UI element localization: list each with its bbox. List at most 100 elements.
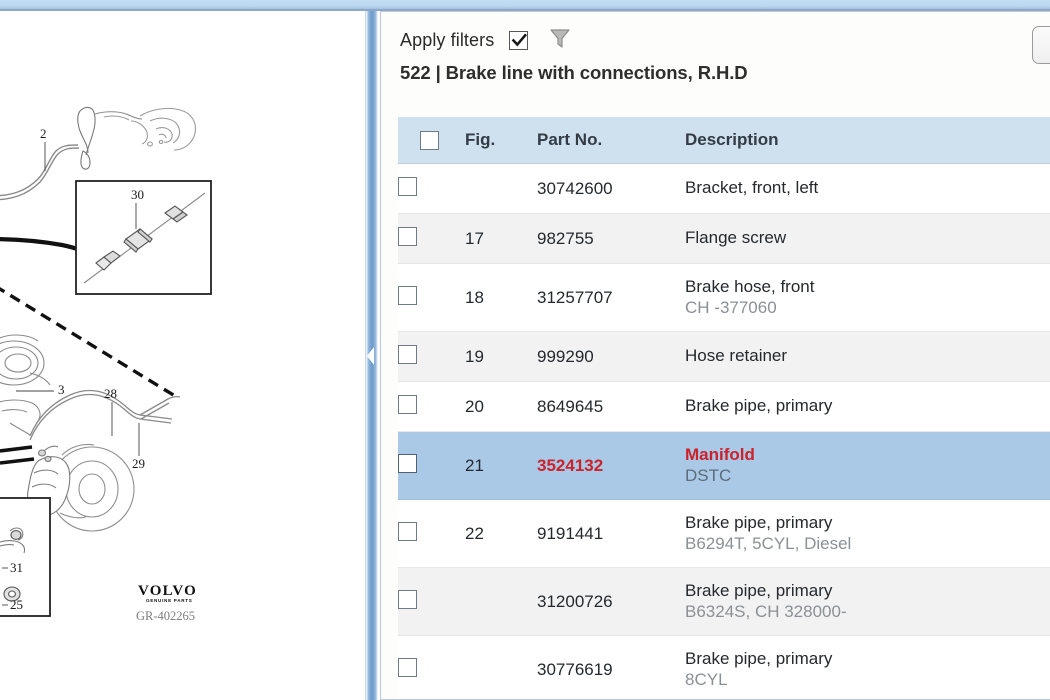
row-checkbox[interactable] [398, 285, 417, 305]
row-select-cell [398, 567, 465, 636]
cell-description[interactable]: Flange screw [685, 213, 1050, 264]
parts-diagram-panel[interactable]: 2 30 3 28 29 31 25 VOLVO GENUINE PARTS G… [0, 11, 366, 700]
part-number-text: 9191441 [537, 523, 604, 543]
cell-description[interactable]: Manifold DSTC [685, 431, 1050, 500]
cell-fig [465, 567, 537, 636]
table-row[interactable]: 31200726 Brake pipe, primary B6324S, CH 32… [398, 567, 1050, 636]
cell-part-no[interactable]: 3524132 [537, 431, 685, 500]
row-select-cell [398, 499, 465, 568]
cell-part-no[interactable]: 982755 [537, 213, 685, 264]
filter-funnel-icon[interactable] [548, 26, 572, 55]
cell-description[interactable]: Brake pipe, primary 8CYL [685, 635, 1050, 699]
parts-table: Fig. Part No. Description 30742600 Bracke… [398, 117, 1050, 699]
cell-fig: 20 [465, 381, 537, 432]
cell-description[interactable]: Brake hose, front CH -377060 [685, 263, 1050, 332]
table-row[interactable]: 19 999290 Hose retainer [398, 331, 1050, 382]
filter-bar: Apply filters [381, 12, 1050, 64]
description-text: Bracket, front, left [685, 178, 819, 198]
cell-part-no[interactable]: 30742600 [537, 163, 685, 214]
row-checkbox[interactable] [398, 521, 417, 541]
cell-description[interactable]: Brake pipe, primary B6294T, 5CYL, Diesel [685, 499, 1050, 568]
column-header-fig[interactable]: Fig. [465, 117, 537, 164]
part-number-text: 30742600 [537, 178, 613, 198]
panel-splitter[interactable] [366, 11, 378, 700]
row-checkbox[interactable] [398, 589, 417, 609]
table-row[interactable]: 18 31257707 Brake hose, front CH -377060 [398, 263, 1050, 332]
cell-part-no[interactable]: 30776619 [537, 635, 685, 699]
row-checkbox[interactable] [398, 394, 417, 414]
cell-description[interactable]: Brake pipe, primary [685, 381, 1050, 432]
description-text: Brake hose, front [685, 276, 815, 296]
parts-diagram-drawing[interactable]: 2 30 3 28 29 31 25 VOLVO GENUINE PARTS G… [0, 11, 365, 700]
cell-fig [465, 163, 537, 214]
description-text: Hose retainer [685, 346, 788, 366]
cell-fig: 21 [465, 431, 537, 500]
diagram-callout-label: 29 [132, 456, 145, 471]
diagram-callout-label: 28 [104, 386, 117, 401]
part-number-text: 999290 [537, 346, 594, 366]
part-number-text: 3524132 [537, 455, 604, 475]
column-header-description[interactable]: Description [685, 117, 1050, 164]
diagram-callout-label: 30 [131, 187, 144, 202]
application-window: 2 30 3 28 29 31 25 VOLVO GENUINE PARTS G… [0, 0, 1050, 700]
cell-part-no[interactable]: 31200726 [537, 567, 685, 636]
part-number-text: 31200726 [537, 591, 613, 611]
description-subtext: B6324S, CH 328000- [685, 601, 847, 621]
checkmark-icon [511, 33, 527, 47]
table-row[interactable]: 30776619 Brake pipe, primary 8CYL [398, 635, 1050, 699]
cell-description[interactable]: Brake pipe, primary B6324S, CH 328000- [685, 567, 1050, 636]
description-subtext: B6294T, 5CYL, Diesel [685, 533, 852, 553]
select-all-checkbox[interactable] [420, 131, 439, 150]
volvo-logo-subtext: GENUINE PARTS [146, 598, 193, 603]
section-title-row: 522 | Brake line with connections, R.H.D [381, 60, 1050, 84]
row-checkbox[interactable] [398, 657, 417, 677]
table-row[interactable]: 22 9191441 Brake pipe, primary B6294T, 5CYL… [398, 499, 1050, 568]
part-number-text: 982755 [537, 228, 594, 248]
table-row[interactable]: 30742600 Bracket, front, left [398, 163, 1050, 214]
volvo-logo-text: VOLVO [138, 583, 197, 599]
part-number-text: 30776619 [537, 659, 613, 679]
column-header-part-no[interactable]: Part No. [537, 117, 685, 164]
description-subtext: 8CYL [685, 669, 728, 689]
part-number-text: 31257707 [537, 287, 613, 307]
part-number-text: 8649645 [537, 396, 604, 416]
diagram-callout-label: 31 [10, 560, 23, 575]
description-subtext: CH -377060 [685, 297, 777, 317]
description-text: Brake pipe, primary [685, 512, 833, 532]
cell-part-no[interactable]: 999290 [537, 331, 685, 382]
row-select-cell [398, 213, 465, 264]
cell-fig: 17 [465, 213, 537, 264]
section-number: 522 [400, 62, 431, 83]
apply-filters-label: Apply filters [400, 30, 495, 50]
cell-description[interactable]: Hose retainer [685, 331, 1050, 382]
row-checkbox[interactable] [398, 453, 417, 473]
description-text: Flange screw [685, 228, 787, 248]
row-select-cell [398, 381, 465, 432]
drawing-code: GR-402265 [136, 609, 195, 623]
cell-description[interactable]: Bracket, front, left [685, 163, 1050, 214]
diagram-callout-label: 25 [10, 597, 23, 612]
row-checkbox[interactable] [398, 344, 417, 364]
table-row[interactable]: 21 3524132 Manifold DSTC [398, 431, 1050, 500]
row-select-cell [398, 331, 465, 382]
toolbar-corner-button[interactable] [1032, 26, 1050, 64]
row-checkbox[interactable] [398, 226, 417, 246]
parts-list-panel: Apply filters 522 | Brake line with connec… [380, 11, 1050, 700]
row-checkbox[interactable] [398, 176, 417, 196]
row-select-cell [398, 635, 465, 699]
description-text: Brake pipe, primary [685, 648, 833, 668]
cell-part-no[interactable]: 8649645 [537, 381, 685, 432]
cell-fig: 22 [465, 499, 537, 568]
table-row[interactable]: 17 982755 Flange screw [398, 213, 1050, 264]
cell-part-no[interactable]: 31257707 [537, 263, 685, 332]
description-text: Brake pipe, primary [685, 396, 833, 416]
description-subtext: DSTC [685, 465, 732, 485]
table-header-row: Fig. Part No. Description [398, 117, 1050, 164]
row-select-cell [398, 431, 465, 500]
row-select-cell [398, 163, 465, 214]
parts-table-container[interactable]: Fig. Part No. Description 30742600 Bracke… [398, 117, 1050, 699]
chevron-left-icon[interactable] [367, 346, 374, 365]
table-row[interactable]: 20 8649645 Brake pipe, primary [398, 381, 1050, 432]
cell-part-no[interactable]: 9191441 [537, 499, 685, 568]
apply-filters-checkbox[interactable] [508, 31, 528, 50]
